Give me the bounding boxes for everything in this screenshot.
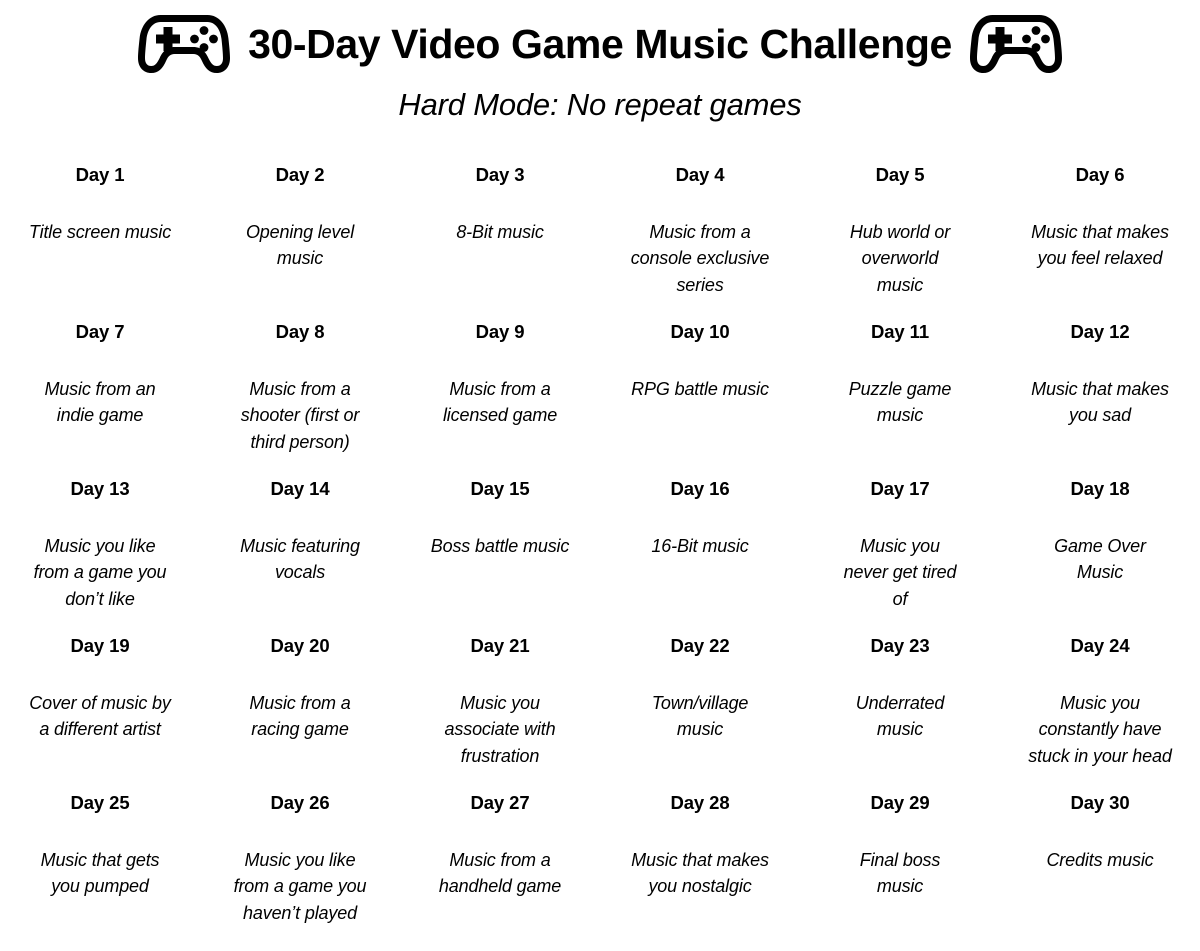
day-prompt: Game Over Music: [1054, 535, 1146, 583]
day-prompt: Opening level music: [245, 221, 355, 269]
day-label: Day 11: [870, 321, 930, 342]
day-label: Day 10: [670, 321, 730, 342]
challenge-poster: 30-Day Video Game Music Challenge Hard M…: [0, 0, 1200, 949]
page-subtitle: Hard Mode: No repeat games: [398, 87, 802, 122]
day-prompt: Music from a shooter (first or third per…: [240, 378, 360, 452]
day-prompt: Music that makes you nostalgic: [631, 849, 769, 897]
day-cell: Day 22 Town/village music: [600, 635, 800, 794]
day-cell: Day 6 Music that makes you feel relaxed: [1000, 164, 1200, 323]
day-cell: Day 26 Music you like from a game you hav…: [200, 792, 400, 951]
day-cell: Day 30 Credits music: [1000, 792, 1200, 951]
day-prompt: Town/village music: [651, 692, 749, 740]
day-label: Day 16: [670, 478, 730, 499]
day-cell: Day 28 Music that makes you nostalgic: [600, 792, 800, 951]
day-cell: Day 15 Boss battle music: [400, 478, 600, 637]
day-cell: Day 13 Music you like from a game you don…: [0, 478, 200, 637]
day-cell: Day 21 Music you associate with frustrati…: [400, 635, 600, 794]
day-label: Day 22: [670, 635, 730, 656]
day-cell: Day 17 Music you never get tired of: [800, 478, 1000, 637]
day-cell: Day 4 Music from a console exclusive seri…: [600, 164, 800, 323]
day-prompt: Underrated music: [855, 692, 945, 740]
day-prompt: Music from a console exclusive series: [630, 221, 770, 295]
day-label: Day 30: [1070, 792, 1130, 813]
day-cell: Day 27 Music from a handheld game: [400, 792, 600, 951]
day-label: Day 21: [470, 635, 530, 656]
game-controller-icon-right: [968, 13, 1064, 75]
day-prompt: Music that makes you feel relaxed: [1031, 221, 1169, 269]
day-cell: Day 7 Music from an indie game: [0, 321, 200, 480]
day-cell: Day 25 Music that gets you pumped: [0, 792, 200, 951]
day-cell: Day 24 Music you constantly have stuck in…: [1000, 635, 1200, 794]
day-prompt: 16-Bit music: [651, 535, 749, 556]
day-label: Day 18: [1070, 478, 1130, 499]
day-label: Day 25: [70, 792, 130, 813]
day-cell: Day 1 Title screen music: [0, 164, 200, 323]
day-cell: Day 19 Cover of music by a different arti…: [0, 635, 200, 794]
challenge-grid: Day 1 Title screen music Day 2 Opening leve…: [0, 164, 1200, 951]
day-prompt: Music you like from a game you haven’t p…: [233, 849, 367, 923]
day-label: Day 13: [70, 478, 130, 499]
day-label: Day 3: [475, 164, 525, 185]
day-cell: Day 2 Opening level music: [200, 164, 400, 323]
day-cell: Day 29 Final boss music: [800, 792, 1000, 951]
day-prompt: Music you associate with frustration: [444, 692, 556, 766]
day-prompt: Puzzle game music: [848, 378, 952, 426]
day-cell: Day 18 Game Over Music: [1000, 478, 1200, 637]
day-cell: Day 8 Music from a shooter (first or thir…: [200, 321, 400, 480]
day-label: Day 8: [275, 321, 325, 342]
poster-header: 30-Day Video Game Music Challenge Hard M…: [0, 0, 1200, 120]
day-prompt: Music from a racing game: [249, 692, 351, 740]
day-label: Day 26: [270, 792, 330, 813]
day-cell: Day 16 16-Bit music: [600, 478, 800, 637]
day-label: Day 7: [75, 321, 125, 342]
day-prompt: Boss battle music: [430, 535, 570, 556]
day-label: Day 28: [670, 792, 730, 813]
day-label: Day 29: [870, 792, 930, 813]
day-cell: Day 20 Music from a racing game: [200, 635, 400, 794]
day-cell: Day 9 Music from a licensed game: [400, 321, 600, 480]
day-prompt: Music that gets you pumped: [40, 849, 160, 897]
day-label: Day 2: [275, 164, 325, 185]
day-prompt: Hub world or overworld music: [849, 221, 951, 295]
day-prompt: Music from a handheld game: [438, 849, 562, 897]
day-cell: Day 14 Music featuring vocals: [200, 478, 400, 637]
page-title: 30-Day Video Game Music Challenge: [248, 20, 952, 67]
day-label: Day 19: [70, 635, 130, 656]
day-label: Day 27: [470, 792, 530, 813]
day-label: Day 20: [270, 635, 330, 656]
day-prompt: Music featuring vocals: [240, 535, 360, 583]
title-row: 30-Day Video Game Music Challenge: [0, 8, 1200, 80]
day-label: Day 9: [475, 321, 525, 342]
day-label: Day 4: [675, 164, 725, 185]
day-label: Day 6: [1075, 164, 1125, 185]
day-cell: Day 5 Hub world or overworld music: [800, 164, 1000, 323]
day-label: Day 24: [1070, 635, 1130, 656]
day-prompt: Music from a licensed game: [442, 378, 558, 426]
day-prompt: Music from an indie game: [44, 378, 156, 426]
day-prompt: Final boss music: [859, 849, 941, 897]
day-prompt: Music you never get tired of: [843, 535, 957, 609]
day-label: Day 14: [270, 478, 330, 499]
day-cell: Day 3 8-Bit music: [400, 164, 600, 323]
day-label: Day 5: [875, 164, 925, 185]
day-cell: Day 11 Puzzle game music: [800, 321, 1000, 480]
game-controller-icon-left: [136, 13, 232, 75]
day-label: Day 23: [870, 635, 930, 656]
day-label: Day 1: [75, 164, 125, 185]
day-prompt: Title screen music: [28, 221, 172, 242]
day-cell: Day 12 Music that makes you sad: [1000, 321, 1200, 480]
day-label: Day 12: [1070, 321, 1130, 342]
day-cell: Day 10 RPG battle music: [600, 321, 800, 480]
day-label: Day 17: [870, 478, 930, 499]
day-prompt: RPG battle music: [631, 378, 769, 399]
day-prompt: Music you constantly have stuck in your …: [1028, 692, 1172, 766]
day-cell: Day 23 Underrated music: [800, 635, 1000, 794]
day-label: Day 15: [470, 478, 530, 499]
day-prompt: Music you like from a game you don’t lik…: [33, 535, 167, 609]
day-prompt: 8-Bit music: [456, 221, 544, 242]
day-prompt: Credits music: [1046, 849, 1154, 870]
day-prompt: Cover of music by a different artist: [29, 692, 171, 740]
day-prompt: Music that makes you sad: [1031, 378, 1169, 426]
